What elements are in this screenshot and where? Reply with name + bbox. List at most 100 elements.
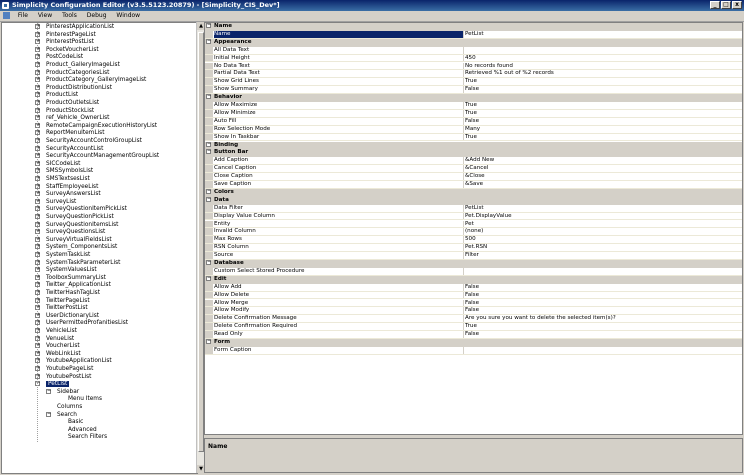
property-value[interactable]: False: [465, 300, 479, 308]
tree-item[interactable]: + SecurityAccountControlGroupList: [35, 138, 142, 146]
tree-item[interactable]: + SecurityAccountManagementGroupList: [35, 153, 159, 161]
tree-item[interactable]: + ProductOutletsList: [35, 100, 99, 108]
tree-item[interactable]: + YoutubePageList: [35, 366, 93, 374]
tree-item[interactable]: + ProductCategory_GalleryImageList: [35, 77, 146, 85]
tree-item[interactable]: + ProductList: [35, 92, 78, 100]
property-row[interactable]: Close Caption &Close: [205, 173, 742, 181]
property-row[interactable]: Cancel Caption &Cancel: [205, 165, 742, 174]
property-grid[interactable]: − Name Name PetList − Appearance All Data Text…: [204, 22, 743, 435]
property-value[interactable]: Pet.RSN: [465, 244, 487, 252]
property-category[interactable]: − Database: [205, 260, 742, 268]
property-value[interactable]: &Save: [465, 181, 483, 189]
tree-child-item[interactable]: − Search: [46, 411, 77, 420]
property-value[interactable]: &Cancel: [465, 165, 488, 173]
minimize-button[interactable]: _: [710, 1, 720, 9]
property-row[interactable]: Show In Taskbar True: [205, 133, 742, 142]
tree-item[interactable]: + System_ComponentsList: [35, 244, 117, 252]
tree-item[interactable]: + VehicleList: [35, 328, 77, 336]
tree-item[interactable]: + ref_Vehicle_OwnerList: [35, 115, 109, 123]
property-row[interactable]: Allow Minimize True: [205, 109, 742, 118]
tree-item[interactable]: + UserPermittedProfanitiesList: [35, 320, 128, 328]
property-row[interactable]: All Data Text: [205, 46, 742, 55]
document-icon[interactable]: [3, 12, 10, 19]
property-row[interactable]: Allow Add False: [205, 283, 742, 292]
tree-item[interactable]: + SMSTextsesList: [35, 176, 90, 184]
property-value[interactable]: PetList: [465, 205, 484, 213]
property-row[interactable]: Invalid Column (none): [205, 228, 742, 237]
tree-item[interactable]: + TwitterHashTagList: [35, 290, 100, 298]
property-value[interactable]: False: [465, 292, 479, 300]
property-value[interactable]: True: [465, 134, 477, 142]
config-tree[interactable]: + PinterestApplicationList + PinterestPageL…: [1, 22, 198, 474]
property-row[interactable]: Partial Data Text Retrieved %1 out of %2 …: [205, 70, 742, 79]
property-row[interactable]: Delete Confirmation Message Are you sure …: [205, 315, 742, 324]
tree-child-item[interactable]: Search Filters: [57, 434, 107, 442]
property-value[interactable]: Filter: [465, 252, 479, 260]
collapse-minus-icon[interactable]: −: [46, 411, 51, 417]
property-category[interactable]: − Behavior: [205, 94, 742, 102]
collapse-minus-icon[interactable]: −: [206, 38, 211, 44]
collapse-minus-icon[interactable]: −: [206, 94, 211, 100]
property-row[interactable]: Read Only False: [205, 331, 742, 339]
tree-item[interactable]: + PostCodeList: [35, 54, 83, 62]
property-row[interactable]: Auto Fill False: [205, 117, 742, 126]
collapse-minus-icon[interactable]: −: [206, 141, 211, 147]
tree-item[interactable]: + ReportMenuItemList: [35, 130, 104, 138]
property-row[interactable]: Show Summary False: [205, 86, 742, 95]
property-value[interactable]: True: [465, 323, 477, 331]
tree-scrollbar[interactable]: ▲ ▼: [196, 22, 205, 473]
property-row[interactable]: Add Caption &Add New: [205, 157, 742, 166]
tree-item[interactable]: + PinterestPostList: [35, 39, 94, 47]
collapse-minus-icon[interactable]: −: [206, 260, 211, 265]
property-value[interactable]: Pet.DisplayValue: [465, 213, 512, 221]
property-value[interactable]: No records found: [465, 63, 513, 71]
tree-item[interactable]: + YoutubeApplicationList: [35, 358, 112, 366]
property-value[interactable]: False: [465, 331, 479, 339]
property-row[interactable]: Data Filter PetList: [205, 204, 742, 213]
property-row[interactable]: Allow Maximize True: [205, 102, 742, 110]
menu-debug[interactable]: Debug: [83, 11, 111, 21]
menu-tools[interactable]: Tools: [58, 11, 81, 21]
property-value[interactable]: False: [465, 284, 479, 292]
property-row[interactable]: Show Grid Lines True: [205, 78, 742, 87]
tree-item-petlist[interactable]: − PetList: [35, 381, 70, 389]
property-row[interactable]: Initial Height 450: [205, 54, 742, 63]
property-value[interactable]: Pet: [465, 221, 474, 229]
property-row[interactable]: No Data Text No records found: [205, 62, 742, 71]
tree-item[interactable]: + SurveyQuestionItemPickList: [35, 206, 127, 214]
property-value[interactable]: Retrieved %1 out of %2 records: [465, 70, 554, 78]
property-value[interactable]: 500: [465, 236, 476, 244]
property-row[interactable]: Allow Modify False: [205, 307, 742, 316]
property-row[interactable]: Save Caption &Save: [205, 181, 742, 189]
tree-item[interactable]: + Product_GalleryImageList: [35, 62, 120, 70]
property-value[interactable]: Many: [465, 126, 480, 134]
property-value[interactable]: &Close: [465, 173, 485, 181]
tree-item[interactable]: + SystemTaskList: [35, 252, 90, 260]
property-category[interactable]: − Data: [205, 196, 742, 205]
tree-item[interactable]: + VoucherList: [35, 343, 80, 351]
property-category[interactable]: − Edit: [205, 275, 742, 284]
collapse-minus-icon[interactable]: −: [206, 188, 211, 194]
collapse-minus-icon[interactable]: −: [206, 196, 211, 202]
property-row[interactable]: Allow Delete False: [205, 291, 742, 300]
tree-item[interactable]: + SurveyAnswersList: [35, 191, 101, 199]
property-row[interactable]: Delete Confirmation Required True: [205, 323, 742, 332]
property-row[interactable]: RSN Column Pet.RSN: [205, 244, 742, 253]
property-value[interactable]: PetList: [465, 31, 484, 39]
property-row[interactable]: Source Filter: [205, 252, 742, 260]
tree-item[interactable]: + SurveyQuestionsList: [35, 229, 105, 237]
property-value[interactable]: &Add New: [465, 157, 494, 165]
property-row[interactable]: Custom Select Stored Procedure: [205, 267, 742, 276]
menu-view[interactable]: View: [34, 11, 56, 21]
tree-item[interactable]: + SystemValuesList: [35, 267, 97, 275]
property-row[interactable]: Entity Pet: [205, 220, 742, 229]
property-category[interactable]: − Name: [205, 23, 742, 31]
property-value[interactable]: True: [465, 110, 477, 118]
tree-item[interactable]: + SMSSymbolsList: [35, 168, 93, 176]
property-row[interactable]: Name PetList: [205, 30, 742, 39]
property-row[interactable]: Max Rows 500: [205, 236, 742, 245]
property-value[interactable]: True: [465, 78, 477, 86]
close-button[interactable]: x: [732, 1, 742, 9]
property-category[interactable]: − Colors: [205, 188, 742, 197]
property-value[interactable]: 450: [465, 55, 476, 63]
